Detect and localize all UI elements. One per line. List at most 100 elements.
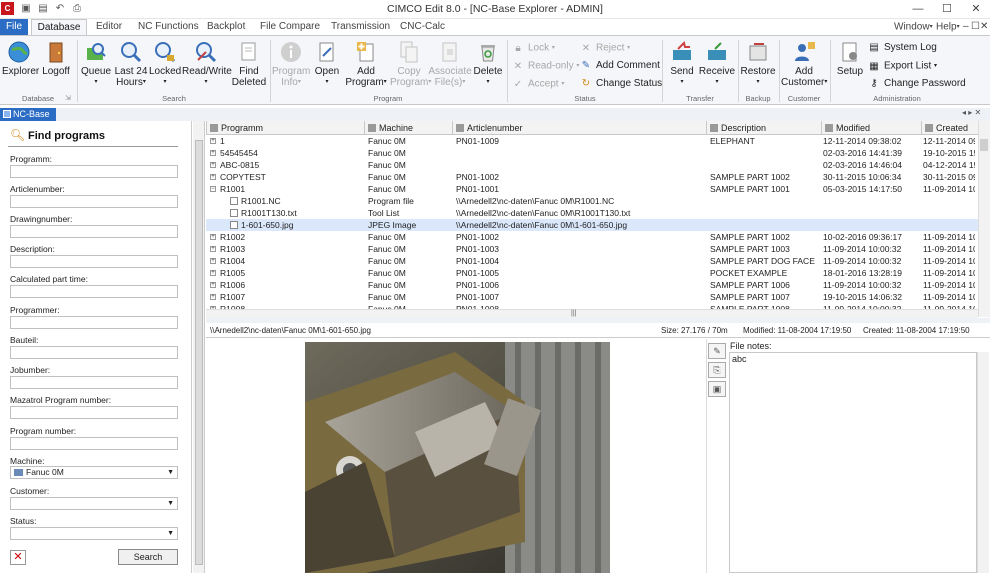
program-number-input[interactable] (10, 437, 178, 450)
expand-icon[interactable]: + (210, 246, 216, 252)
programmer-input[interactable] (10, 316, 178, 329)
copy-icon: ⎘ (713, 365, 721, 375)
table-row[interactable]: +1 Fanuc 0M PN01-1009 ELEPHANT 12-11-2014 09… (206, 135, 978, 147)
file-icon (230, 209, 238, 217)
cell-description: SAMPLE PART 1002 (710, 172, 790, 182)
pane-splitter[interactable] (206, 318, 990, 323)
notes-scrollbar[interactable] (977, 352, 989, 573)
table-row[interactable]: + ABC-0815 Fanuc 0M 02-03-2016 14:46:04 04-1… (206, 159, 978, 171)
cell-modified: 10-02-2016 09:36:17 (823, 232, 902, 242)
cell-machine: Fanuc 0M (368, 244, 406, 254)
cell-created: 11-09-2014 10: (923, 184, 975, 194)
cell-modified: 11-09-2014 10:00:32 (823, 244, 902, 254)
machine-icon (14, 469, 23, 477)
cell-description: SAMPLE PART 1002 (710, 232, 790, 242)
cell-programm: 1 (220, 136, 225, 146)
table-row[interactable]: + R1002 Fanuc 0M PN01-1002 SAMPLE PART 1002 1… (206, 231, 978, 243)
cell-article: \\Arnedell2\nc-daten\Fanuc 0M\1-601-650.… (456, 220, 628, 230)
table-row[interactable]: + R1004 Fanuc 0M PN01-1004 SAMPLE PART DOG F… (206, 255, 978, 267)
table-row[interactable]: + R1007 Fanuc 0M PN01-1007 SAMPLE PART 1007 1… (206, 291, 978, 303)
cell-description: SAMPLE PART 1006 (710, 280, 790, 290)
table-horizontal-scrollbar[interactable] (206, 309, 978, 318)
cell-modified: 30-11-2015 10:06:34 (823, 172, 902, 182)
table-row[interactable]: + R1005 Fanuc 0M PN01-1005 POCKET EXAMPLE 18-… (206, 267, 978, 279)
cell-machine: Fanuc 0M (368, 184, 406, 194)
jobumber-label: Jobumber: (10, 365, 51, 375)
table-row[interactable]: 1-601-650.jpg JPEG Image \\Arnedell2\nc-da… (206, 219, 978, 231)
table-row[interactable]: R1001T130.txt Tool List \\Arnedell2\nc-dat… (206, 207, 978, 219)
collapse-icon[interactable]: − (210, 186, 216, 192)
cell-programm: R1001T130.txt (241, 208, 297, 218)
dropdown-arrow-icon: ▼ (167, 469, 174, 476)
table-row[interactable]: + R1006 Fanuc 0M PN01-1006 SAMPLE PART 1006 1… (206, 279, 978, 291)
cell-machine: JPEG Image (368, 220, 417, 230)
cell-machine: Fanuc 0M (368, 292, 406, 302)
cell-article: PN01-1001 (456, 184, 500, 194)
table-row[interactable]: + COPYTEST Fanuc 0M PN01-1002 SAMPLE PART 10… (206, 171, 978, 183)
customer-select[interactable]: ▼ (10, 497, 178, 510)
cell-machine: Fanuc 0M (368, 256, 406, 266)
cell-programm: 1-601-650.jpg (241, 220, 294, 230)
expand-icon[interactable]: + (210, 150, 216, 156)
file-notes-label: File notes: (730, 341, 772, 351)
cell-created: 11-09-2014 10: (923, 280, 975, 290)
status-select[interactable]: ▼ (10, 527, 178, 540)
cell-created: 11-09-2014 10: (923, 244, 975, 254)
machine-value: Fanuc 0M (26, 467, 64, 477)
clear-search-button[interactable]: ✕ (10, 550, 26, 565)
cell-programm: R1001 (220, 184, 246, 194)
cell-description: ELEPHANT (710, 136, 755, 146)
cell-modified: 11-09-2014 10:00:32 (823, 256, 902, 266)
expand-icon[interactable]: + (210, 282, 216, 288)
table-row[interactable]: +54545454 Fanuc 0M 02-03-2016 14:41:39 19-1… (206, 147, 978, 159)
machine-label: Machine: (10, 456, 45, 466)
bauteil-input[interactable] (10, 346, 178, 359)
save-note-button[interactable]: ▣ (708, 381, 726, 397)
cell-programm: R1006 (220, 280, 246, 290)
cell-created: 04-12-2014 15:1 (923, 160, 975, 170)
scroll-grip-icon[interactable]: ||| (571, 310, 576, 317)
expand-icon[interactable]: + (210, 294, 216, 300)
cell-description: SAMPLE PART DOG FACE (710, 256, 815, 266)
table-row[interactable]: R1001.NC Program file \\Arnedell2\nc-daten… (206, 195, 978, 207)
customer-label: Customer: (10, 486, 50, 496)
cell-modified: 11-09-2014 10:00:32 (823, 280, 902, 290)
cell-machine: Fanuc 0M (368, 232, 406, 242)
copy-note-button[interactable]: ⎘ (708, 362, 726, 378)
table-row[interactable]: − R1001 Fanuc 0M PN01-1001 SAMPLE PART 1001 0… (206, 183, 978, 195)
file-notes-textarea[interactable]: abc (729, 352, 977, 573)
machine-select[interactable]: Fanuc 0M ▼ (10, 466, 178, 479)
dropdown-arrow-icon: ▼ (167, 500, 174, 507)
table-vertical-scrollbar-thumb[interactable] (980, 139, 988, 151)
cell-article: PN01-1009 (456, 136, 500, 146)
cell-article: \\Arnedell2\nc-daten\Fanuc 0M\R1001.NC (456, 196, 615, 206)
cell-programm: ABC-0815 (220, 160, 260, 170)
edit-note-button[interactable]: ✎ (708, 343, 726, 359)
jobumber-input[interactable] (10, 376, 178, 389)
cell-machine: Fanuc 0M (368, 268, 406, 278)
cell-machine: Fanuc 0M (368, 136, 406, 146)
cell-modified: 02-03-2016 14:46:04 (823, 160, 902, 170)
cell-article: PN01-1004 (456, 256, 500, 266)
cell-article: PN01-1003 (456, 244, 500, 254)
file-path-text: \\Arnedell2\nc-daten\Fanuc 0M\1-601-650.… (210, 326, 371, 335)
cell-machine: Fanuc 0M (368, 160, 406, 170)
cell-programm: R1005 (220, 268, 246, 278)
expand-icon[interactable]: + (210, 258, 216, 264)
expand-icon[interactable]: + (210, 270, 216, 276)
cell-machine: Tool List (368, 208, 400, 218)
expand-icon[interactable]: + (210, 162, 216, 168)
table-row[interactable]: + R1003 Fanuc 0M PN01-1003 SAMPLE PART 1003 1… (206, 243, 978, 255)
search-button[interactable]: Search (118, 549, 178, 565)
table-body: +1 Fanuc 0M PN01-1009 ELEPHANT 12-11-2014 09… (0, 0, 990, 309)
cell-created: 11-09-2014 10: (923, 292, 975, 302)
pencil-icon: ✎ (713, 346, 721, 356)
expand-icon[interactable]: + (210, 174, 216, 180)
file-modified-text: Modified: 11-08-2004 17:19:50 (743, 326, 852, 335)
mazatrol-program-number-input[interactable] (10, 406, 178, 419)
cell-created: 30-11-2015 09: (923, 172, 975, 182)
expand-icon[interactable]: + (210, 138, 216, 144)
expand-icon[interactable]: + (210, 234, 216, 240)
dropdown-arrow-icon: ▼ (167, 530, 174, 537)
cell-created: 19-10-2015 15:4 (923, 148, 975, 158)
